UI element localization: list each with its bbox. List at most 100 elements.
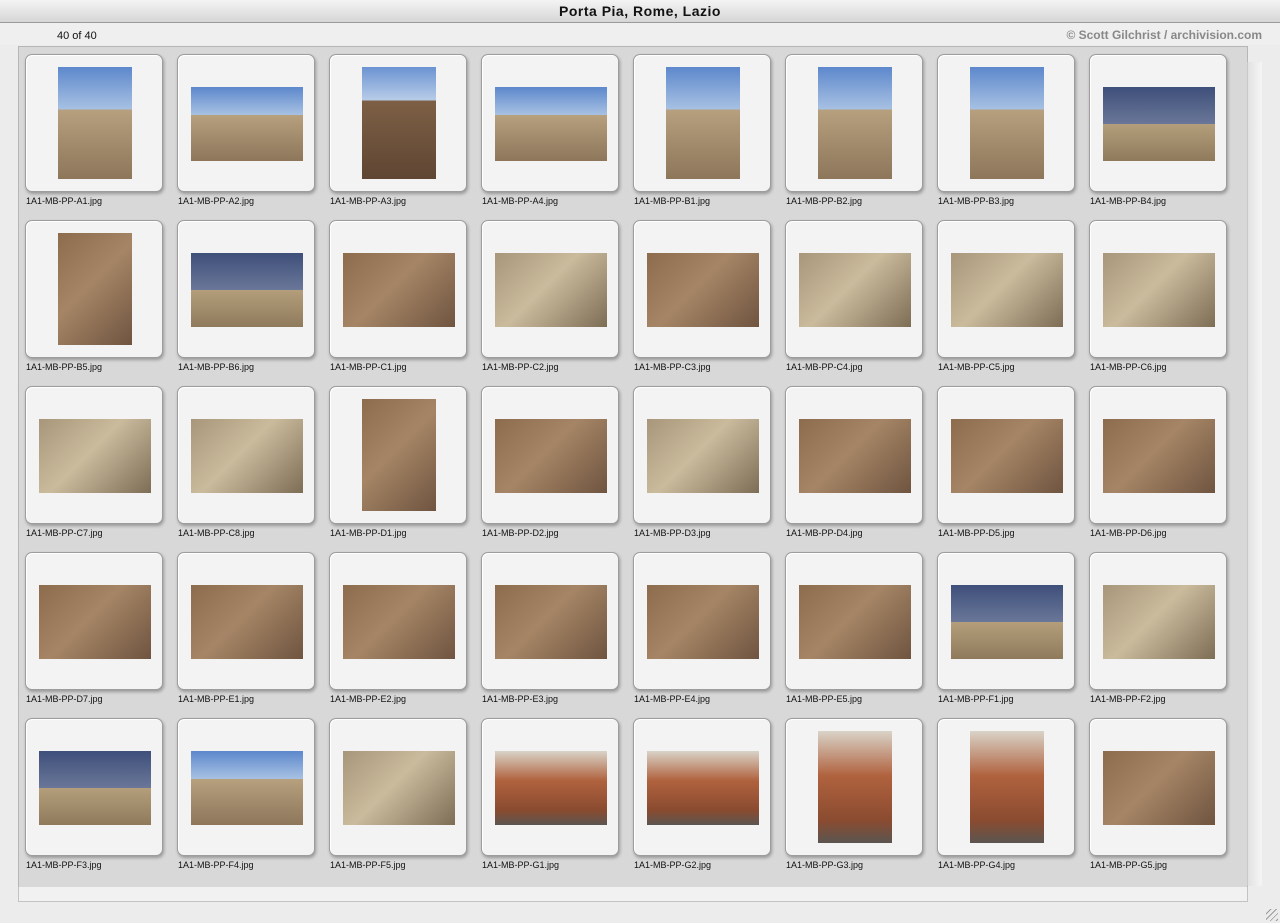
slide-thumbnail[interactable] — [785, 552, 923, 690]
thumbnail-image — [970, 731, 1044, 843]
slide-thumbnail[interactable] — [329, 220, 467, 358]
slide-thumbnail[interactable] — [937, 552, 1075, 690]
slide-thumbnail[interactable] — [329, 386, 467, 524]
thumbnail-filename: 1A1-MB-PP-D6.jpg — [1090, 528, 1167, 538]
slide-thumbnail[interactable] — [633, 220, 771, 358]
thumbnail-image — [39, 585, 151, 659]
thumbnail-filename: 1A1-MB-PP-B5.jpg — [26, 362, 103, 372]
slide-thumbnail[interactable] — [481, 718, 619, 856]
slide-thumbnail[interactable] — [25, 552, 163, 690]
thumbnail-image — [39, 751, 151, 825]
thumbnail-filename: 1A1-MB-PP-A1.jpg — [26, 196, 103, 206]
slide-thumbnail[interactable] — [481, 54, 619, 192]
slide-thumbnail[interactable] — [633, 718, 771, 856]
vertical-scrollbar[interactable] — [1247, 62, 1262, 886]
thumbnail-filename: 1A1-MB-PP-C7.jpg — [26, 528, 103, 538]
thumbnail-image — [495, 751, 607, 825]
slide-thumbnail[interactable] — [481, 220, 619, 358]
slide-thumbnail[interactable] — [785, 386, 923, 524]
thumbnail-filename: 1A1-MB-PP-B4.jpg — [1090, 196, 1167, 206]
slide-thumbnail[interactable] — [785, 54, 923, 192]
thumbnail-filename: 1A1-MB-PP-G2.jpg — [634, 860, 712, 870]
thumbnail-image — [647, 751, 759, 825]
thumbnail-filename: 1A1-MB-PP-E1.jpg — [178, 694, 255, 704]
slide-thumbnail[interactable] — [937, 220, 1075, 358]
thumbnail-image — [495, 585, 607, 659]
resize-grip-icon[interactable] — [1266, 909, 1278, 921]
slide-thumbnail[interactable] — [329, 718, 467, 856]
thumbnail-filename: 1A1-MB-PP-D2.jpg — [482, 528, 559, 538]
thumbnail-image — [799, 253, 911, 327]
slide-thumbnail[interactable] — [1089, 220, 1227, 358]
thumbnail-filename: 1A1-MB-PP-G1.jpg — [482, 860, 560, 870]
thumbnail-filename: 1A1-MB-PP-D4.jpg — [786, 528, 863, 538]
thumbnail-image — [362, 67, 436, 179]
slide-thumbnail[interactable] — [633, 54, 771, 192]
slide-thumbnail[interactable] — [25, 220, 163, 358]
thumbnail-filename: 1A1-MB-PP-E2.jpg — [330, 694, 407, 704]
slide-thumbnail[interactable] — [177, 386, 315, 524]
thumbnail-filename: 1A1-MB-PP-C4.jpg — [786, 362, 863, 372]
thumbnail-image — [1103, 419, 1215, 493]
copyright-credit: © Scott Gilchrist / archivision.com — [1066, 28, 1262, 42]
thumbnail-image — [495, 253, 607, 327]
thumbnail-filename: 1A1-MB-PP-G3.jpg — [786, 860, 864, 870]
slide-thumbnail[interactable] — [177, 220, 315, 358]
thumbnail-image — [58, 67, 132, 179]
thumbnail-filename: 1A1-MB-PP-C1.jpg — [330, 362, 407, 372]
thumbnail-filename: 1A1-MB-PP-F3.jpg — [26, 860, 102, 870]
slide-thumbnail[interactable] — [1089, 54, 1227, 192]
slide-thumbnail[interactable] — [785, 718, 923, 856]
slide-thumbnail[interactable] — [177, 718, 315, 856]
slide-thumbnail[interactable] — [177, 552, 315, 690]
slide-thumbnail[interactable] — [177, 54, 315, 192]
thumbnail-filename: 1A1-MB-PP-F1.jpg — [938, 694, 1014, 704]
thumbnail-filename: 1A1-MB-PP-E3.jpg — [482, 694, 559, 704]
thumbnail-image — [58, 233, 132, 345]
horizontal-scrollbar[interactable] — [18, 887, 1248, 902]
window-title: Porta Pia, Rome, Lazio — [0, 0, 1280, 23]
slide-thumbnail[interactable] — [633, 386, 771, 524]
slide-thumbnail[interactable] — [1089, 552, 1227, 690]
slide-thumbnail[interactable] — [937, 54, 1075, 192]
image-count: 40 of 40 — [57, 30, 97, 42]
slide-thumbnail[interactable] — [1089, 718, 1227, 856]
slide-thumbnail[interactable] — [25, 386, 163, 524]
thumbnail-filename: 1A1-MB-PP-B6.jpg — [178, 362, 255, 372]
slide-thumbnail[interactable] — [1089, 386, 1227, 524]
slide-thumbnail[interactable] — [329, 552, 467, 690]
thumbnail-filename: 1A1-MB-PP-E4.jpg — [634, 694, 711, 704]
thumbnail-image — [495, 87, 607, 161]
thumbnail-filename: 1A1-MB-PP-A4.jpg — [482, 196, 559, 206]
thumbnail-filename: 1A1-MB-PP-A2.jpg — [178, 196, 255, 206]
thumbnail-image — [191, 751, 303, 825]
thumbnail-filename: 1A1-MB-PP-C6.jpg — [1090, 362, 1167, 372]
thumbnail-image — [343, 751, 455, 825]
slide-thumbnail[interactable] — [329, 54, 467, 192]
thumbnail-filename: 1A1-MB-PP-C5.jpg — [938, 362, 1015, 372]
slide-thumbnail[interactable] — [633, 552, 771, 690]
thumbnail-image — [951, 585, 1063, 659]
thumbnail-filename: 1A1-MB-PP-B3.jpg — [938, 196, 1015, 206]
thumbnail-image — [647, 253, 759, 327]
slide-thumbnail[interactable] — [481, 386, 619, 524]
slide-thumbnail[interactable] — [25, 718, 163, 856]
thumbnail-image — [1103, 585, 1215, 659]
slide-thumbnail[interactable] — [25, 54, 163, 192]
thumbnail-image — [818, 731, 892, 843]
thumbnail-filename: 1A1-MB-PP-A3.jpg — [330, 196, 407, 206]
info-bar: 40 of 40 © Scott Gilchrist / archivision… — [0, 23, 1280, 45]
thumbnail-filename: 1A1-MB-PP-C2.jpg — [482, 362, 559, 372]
slide-thumbnail[interactable] — [937, 718, 1075, 856]
slide-thumbnail[interactable] — [785, 220, 923, 358]
thumbnail-image — [191, 87, 303, 161]
slide-thumbnail[interactable] — [937, 386, 1075, 524]
thumbnail-image — [39, 419, 151, 493]
slide-thumbnail[interactable] — [481, 552, 619, 690]
thumbnail-image — [362, 399, 436, 511]
thumbnail-filename: 1A1-MB-PP-F2.jpg — [1090, 694, 1166, 704]
thumbnail-image — [343, 585, 455, 659]
thumbnail-filename: 1A1-MB-PP-G5.jpg — [1090, 860, 1168, 870]
thumbnail-image — [970, 67, 1044, 179]
thumbnail-filename: 1A1-MB-PP-B2.jpg — [786, 196, 863, 206]
